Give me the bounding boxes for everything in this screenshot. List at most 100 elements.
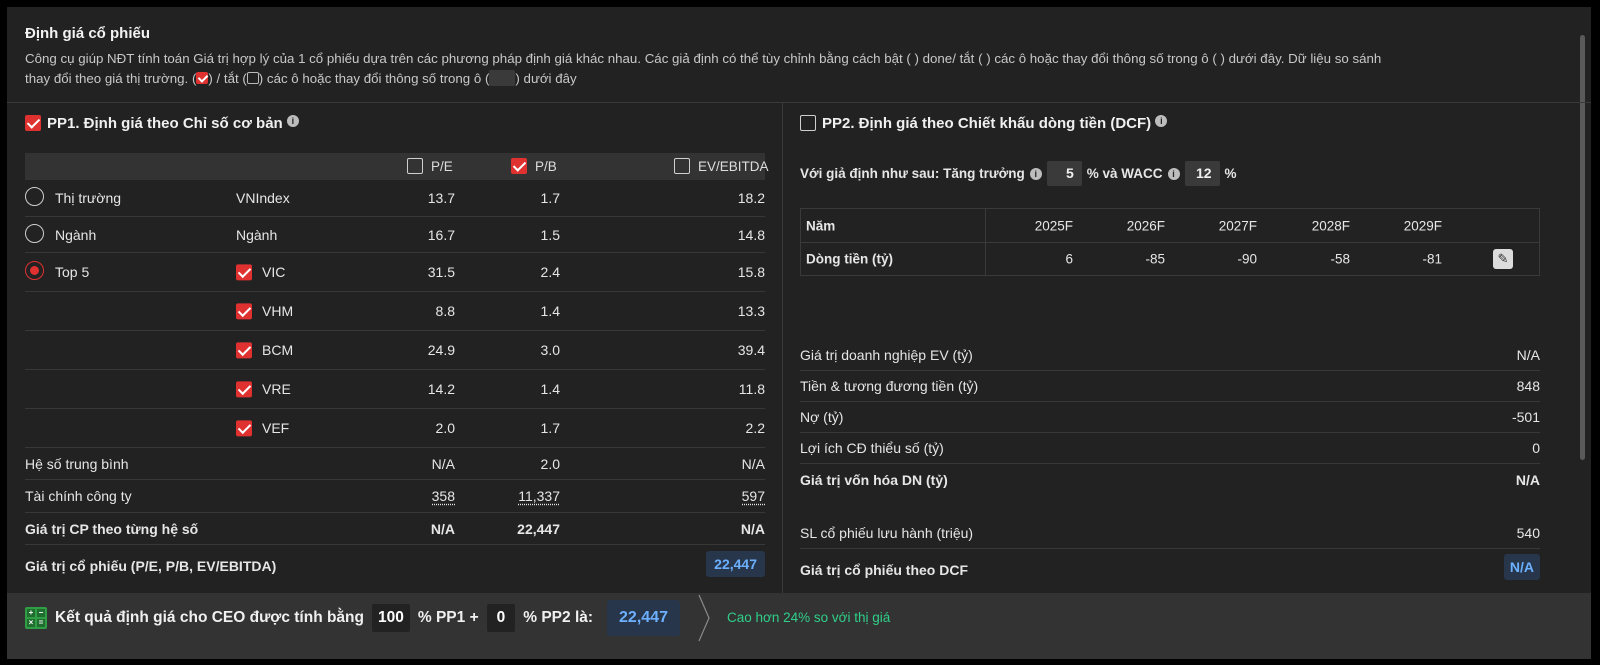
- table-row: Thị trường VNIndex 13.7 1.7 18.2: [25, 180, 765, 217]
- item-label: Giá trị doanh nghiệp EV (tỷ): [800, 347, 973, 363]
- shares-outstanding-row: SL cổ phiếu lưu hành (triệu) 540: [800, 518, 1540, 549]
- row-name: Ngành: [236, 226, 278, 243]
- cashflow-cell: -90: [1237, 251, 1257, 267]
- pp2-checkbox[interactable]: [800, 115, 816, 131]
- pp1-table-header: P/E P/B EV/EBITDA: [25, 153, 769, 180]
- top5-radio[interactable]: [25, 261, 44, 283]
- pe-value: 24.9: [427, 342, 455, 358]
- cashflow-cell: 6: [1065, 251, 1073, 267]
- dcf-result-row: Giá trị cổ phiếu theo DCF N/A: [800, 549, 1540, 585]
- ev-ebitda-checkbox[interactable]: [674, 158, 690, 174]
- description: Công cụ giúp NĐT tính toán Giá trị hợp l…: [25, 49, 1555, 89]
- description-line-1: Công cụ giúp NĐT tính toán Giá trị hợp l…: [25, 51, 1382, 66]
- company-financials-row: Tài chính công ty 358 11,337 597: [25, 480, 765, 513]
- peer-checkbox[interactable]: [236, 302, 252, 320]
- description-line-2a: thay đổi theo giá thị trường. (: [25, 71, 197, 86]
- final-result-value: 22,447: [607, 600, 680, 636]
- item-label: Nợ (tỷ): [800, 409, 844, 425]
- chevron-right-icon: [698, 594, 710, 642]
- pp1-title: PP1. Định giá theo Chỉ số cơ bản i: [25, 115, 299, 132]
- result-footer: + − × = Kết quả định giá cho CEO được tính …: [7, 593, 1591, 659]
- dcf-table: Năm 2025F 2026F 2027F 2028F 2029F Dòng t…: [800, 208, 1540, 276]
- pb-value: 1.5: [540, 226, 560, 243]
- calculator-icon: + − × =: [25, 607, 47, 629]
- row-name: BCM: [262, 342, 294, 358]
- info-icon[interactable]: i: [1167, 167, 1180, 180]
- footer-suffix: % PP2 là:: [523, 609, 594, 626]
- value-per-ratio-row: Giá trị CP theo từng hệ số N/A 22,447 N/…: [25, 513, 765, 545]
- item-value: 0: [1532, 440, 1540, 456]
- year-cell: 2027F: [1218, 218, 1257, 233]
- year-cell: 2025F: [1034, 218, 1073, 233]
- list-item: Nợ (tỷ) -501: [800, 402, 1540, 433]
- and-wacc-label: % và WACC: [1086, 166, 1163, 181]
- year-cell: 2026F: [1126, 218, 1165, 233]
- cashflow-label: Dòng tiền (tỷ): [806, 251, 893, 267]
- info-icon[interactable]: i: [286, 115, 299, 127]
- dcf-cashflow-row: Dòng tiền (tỷ) 6 -85 -90 -58 -81 ✎: [801, 242, 1539, 275]
- ev-ebitda-value: N/A: [740, 520, 765, 537]
- row-label: Giá trị CP theo từng hệ số: [25, 520, 199, 537]
- pb-value: 2.0: [540, 455, 560, 472]
- cashflow-cell: -85: [1145, 251, 1165, 267]
- peer-checkbox[interactable]: [236, 263, 252, 281]
- edit-pencil-icon[interactable]: ✎: [1493, 249, 1513, 269]
- peer-checkbox[interactable]: [236, 341, 252, 359]
- pe-value: 2.0: [435, 420, 455, 436]
- peer-checkbox[interactable]: [236, 380, 252, 398]
- divider: [782, 103, 783, 593]
- divider: [7, 102, 1591, 103]
- ev-ebitda-value[interactable]: 597: [742, 488, 765, 504]
- pp2-weight-input[interactable]: 0: [486, 604, 516, 632]
- pb-value: 1.7: [540, 190, 560, 206]
- average-row: Hệ số trung bình N/A 2.0 N/A: [25, 448, 765, 480]
- pp2-title: PP2. Định giá theo Chiết khấu dòng tiền …: [800, 115, 1168, 132]
- page-title: Định giá cổ phiếu: [25, 25, 151, 42]
- pb-value: 2.4: [540, 264, 560, 280]
- column-header-pe: P/E: [407, 158, 453, 174]
- pe-checkbox[interactable]: [407, 158, 423, 174]
- ev-ebitda-value: N/A: [741, 455, 765, 472]
- list-item: Giá trị vốn hóa DN (tỷ) N/A: [800, 464, 1540, 495]
- pe-value[interactable]: 358: [432, 488, 455, 504]
- column-header-pb: P/B: [511, 158, 557, 174]
- list-item: Tiền & tương đương tiền (tỷ) 848: [800, 371, 1540, 402]
- pp1-checkbox[interactable]: [25, 115, 41, 131]
- pb-checkbox[interactable]: [511, 158, 527, 174]
- comparison-note: Cao hơn 24% so với thị giá: [727, 610, 891, 625]
- pe-value: N/A: [431, 455, 455, 472]
- dcf-result-label: Giá trị cổ phiếu theo DCF: [800, 562, 969, 578]
- row-label: Giá trị cổ phiếu (P/E, P/B, EV/EBITDA): [25, 558, 277, 574]
- column-header-label: EV/EBITDA: [698, 158, 769, 174]
- info-icon[interactable]: i: [1155, 115, 1168, 127]
- list-item: Lợi ích CĐ thiểu số (tỷ) 0: [800, 433, 1540, 464]
- row-name: VEF: [262, 420, 290, 436]
- market-radio[interactable]: [25, 187, 44, 209]
- scrollbar[interactable]: [1580, 35, 1585, 460]
- pe-value: 31.5: [427, 264, 455, 280]
- table-row: Top 5 VIC 31.5 2.4 15.8: [25, 253, 765, 292]
- ev-ebitda-value: 15.8: [737, 264, 765, 280]
- shares-value: 540: [1516, 525, 1540, 541]
- column-header-label: P/B: [535, 158, 557, 174]
- industry-radio[interactable]: [25, 223, 44, 246]
- pb-value[interactable]: 11,337: [518, 488, 560, 504]
- pp1-weight-input[interactable]: 100: [372, 604, 410, 632]
- info-icon[interactable]: i: [1029, 167, 1042, 180]
- pp1-title-text: PP1. Định giá theo Chỉ số cơ bản: [47, 115, 283, 132]
- ev-ebitda-value: 39.4: [737, 342, 765, 358]
- table-row: Ngành Ngành 16.7 1.5 14.8: [25, 217, 765, 253]
- wacc-input[interactable]: 12: [1184, 161, 1220, 186]
- description-line-2b: ) / tắt (: [208, 71, 247, 86]
- pp1-result-value: 22,447: [706, 551, 765, 577]
- year-cell: 2029F: [1403, 218, 1442, 233]
- dcf-result-value: N/A: [1503, 554, 1540, 580]
- growth-input[interactable]: 5: [1046, 161, 1082, 186]
- pe-value: 16.7: [427, 226, 455, 243]
- assumption-label: Với giả định như sau: Tăng trưởng: [800, 166, 1025, 181]
- column-header-ev-ebitda: EV/EBITDA: [674, 158, 769, 174]
- pb-value: 22,447: [517, 520, 560, 537]
- peer-checkbox[interactable]: [236, 419, 252, 437]
- footer-summary: + − × = Kết quả định giá cho CEO được tính …: [25, 593, 680, 643]
- row-name: VIC: [262, 264, 286, 280]
